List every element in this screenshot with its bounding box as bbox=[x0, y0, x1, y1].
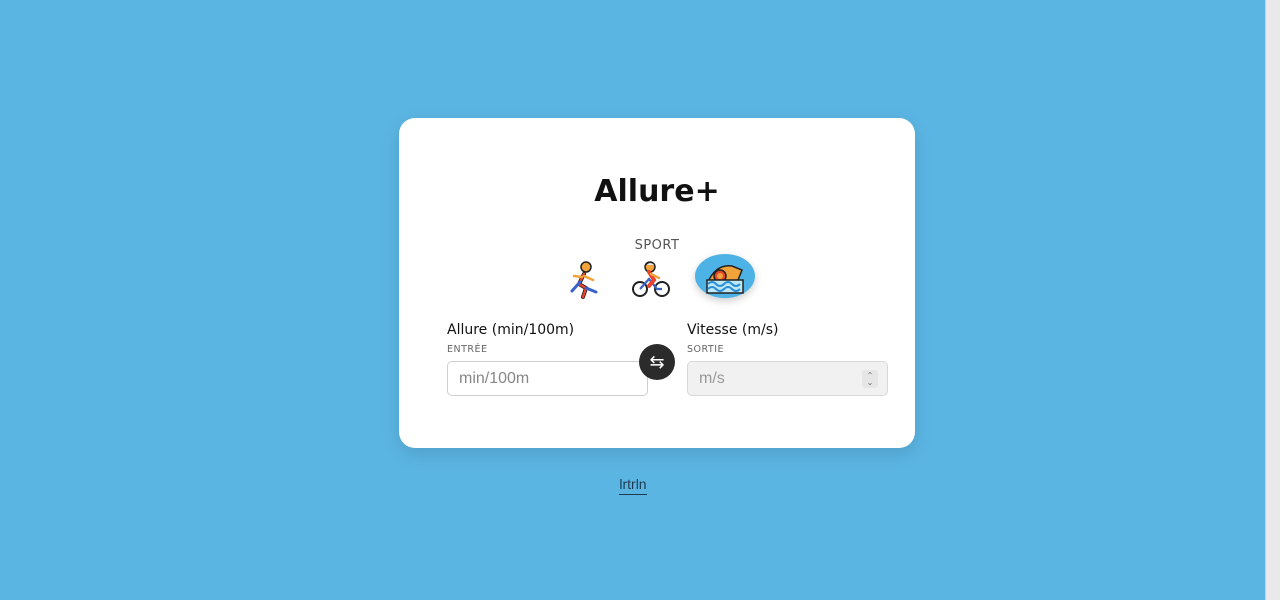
runner-icon bbox=[566, 260, 602, 300]
sport-running-button[interactable] bbox=[562, 258, 606, 302]
swap-arrows-icon: ⇆ bbox=[649, 351, 665, 373]
input-field-title: Allure (min/100m) bbox=[447, 322, 575, 338]
spin-down-icon: ⌄ bbox=[866, 378, 874, 387]
output-field-subtitle: SORTIE bbox=[687, 344, 725, 355]
converter-card: Allure+ SPORT Allure (min/100m) ENTRÉE m… bbox=[399, 118, 915, 448]
sport-swimming-button[interactable] bbox=[695, 254, 755, 298]
output-field-title: Vitesse (m/s) bbox=[687, 322, 779, 338]
speed-output bbox=[687, 361, 888, 396]
pace-input[interactable] bbox=[447, 361, 648, 396]
number-spinner: ⌃ ⌄ bbox=[862, 370, 878, 388]
app-title: Allure+ bbox=[594, 174, 720, 209]
output-field-group: Vitesse (m/s) SORTIE ⌃ ⌄ bbox=[687, 322, 890, 396]
swimmer-icon bbox=[702, 256, 748, 296]
footer: lrtrln bbox=[0, 474, 1266, 495]
sport-selector bbox=[399, 254, 915, 308]
footer-link[interactable]: lrtrln bbox=[619, 476, 647, 495]
page-scrollbar[interactable] bbox=[1265, 0, 1280, 600]
cyclist-icon bbox=[629, 260, 673, 300]
input-field-group: Allure (min/100m) ENTRÉE bbox=[447, 322, 650, 396]
sport-cycling-button[interactable] bbox=[629, 258, 673, 302]
sport-label: SPORT bbox=[634, 238, 680, 253]
input-field-subtitle: ENTRÉE bbox=[447, 344, 488, 355]
swap-button[interactable]: ⇆ bbox=[639, 344, 675, 380]
